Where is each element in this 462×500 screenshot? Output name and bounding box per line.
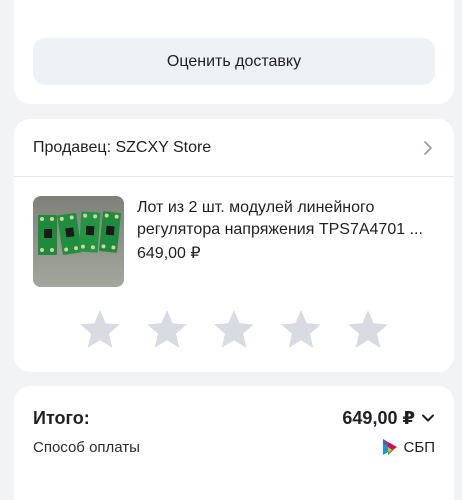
sbp-logo-icon bbox=[382, 439, 397, 455]
rating-stars bbox=[78, 307, 390, 351]
star-icon[interactable] bbox=[279, 307, 323, 351]
delivery-card: Оценить доставку bbox=[14, 0, 454, 104]
total-value: 649,00 ₽ bbox=[342, 407, 415, 428]
product-price: 649,00 ₽ bbox=[137, 245, 201, 262]
product-title: Лот из 2 шт. модулей линейного регулятор… bbox=[137, 199, 423, 238]
order-review-page: Оценить доставку Продавец: SZCXY Store Л… bbox=[0, 0, 462, 500]
product-item[interactable]: Лот из 2 шт. модулей линейного регулятор… bbox=[33, 196, 438, 288]
product-info: Лот из 2 шт. модулей линейного регулятор… bbox=[137, 196, 433, 288]
payment-row: Способ оплаты СБП bbox=[33, 436, 435, 458]
seller-row[interactable]: Продавец: SZCXY Store bbox=[14, 119, 454, 176]
total-row: Итого: 649,00 ₽ bbox=[33, 405, 435, 431]
total-value-toggle[interactable]: 649,00 ₽ bbox=[342, 408, 435, 429]
divider bbox=[14, 176, 454, 177]
chevron-down-icon bbox=[422, 414, 434, 422]
star-icon[interactable] bbox=[346, 307, 390, 351]
chevron-right-icon bbox=[424, 140, 432, 155]
star-icon[interactable] bbox=[78, 307, 122, 351]
star-icon[interactable] bbox=[212, 307, 256, 351]
payment-method-label: СБП bbox=[403, 438, 435, 456]
product-image bbox=[33, 196, 124, 287]
rate-delivery-button[interactable]: Оценить доставку bbox=[33, 38, 435, 85]
payment-method[interactable]: СБП bbox=[382, 438, 435, 456]
seller-card: Продавец: SZCXY Store Лот из 2 шт. модул… bbox=[14, 119, 454, 372]
total-label: Итого: bbox=[33, 407, 90, 428]
star-icon[interactable] bbox=[145, 307, 189, 351]
total-card: Итого: 649,00 ₽ Способ оплаты СБП bbox=[14, 386, 454, 500]
seller-name: Продавец: SZCXY Store bbox=[33, 138, 212, 156]
payment-label: Способ оплаты bbox=[33, 438, 140, 456]
